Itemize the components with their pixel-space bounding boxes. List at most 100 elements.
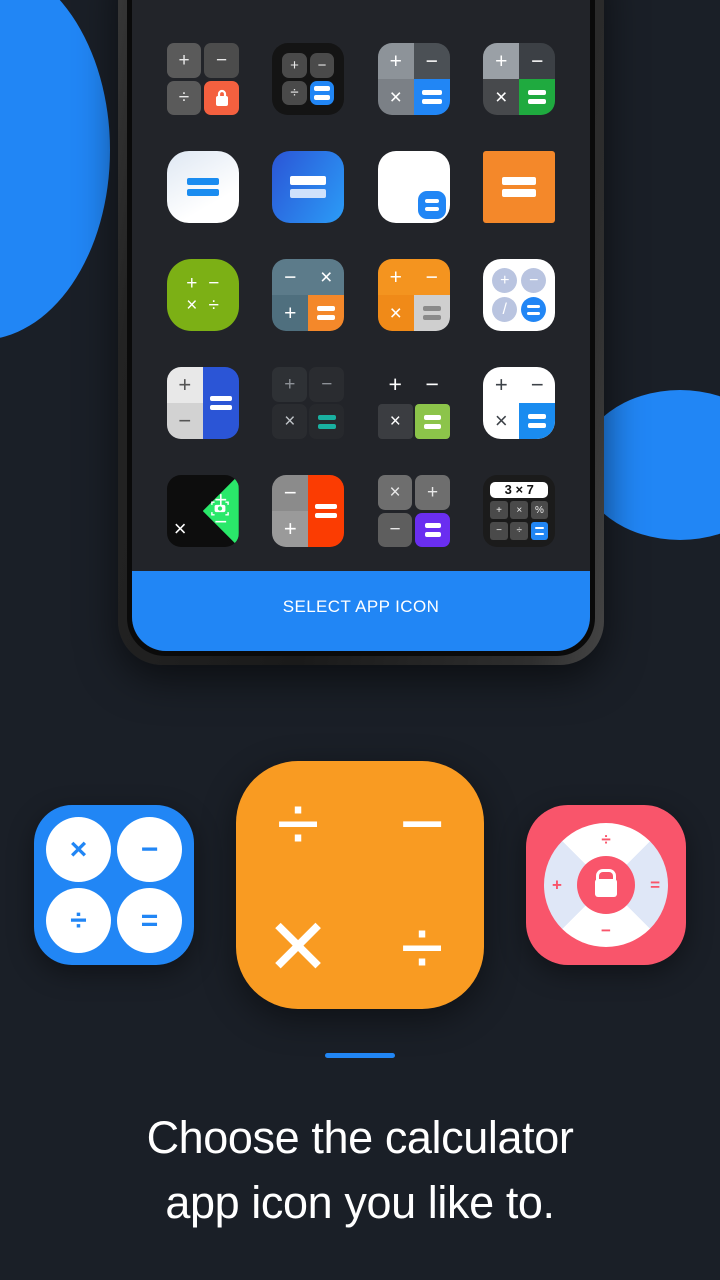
grid-icon-20[interactable]: 3 × 7 + × % − ÷: [483, 475, 556, 547]
select-app-icon-button[interactable]: SELECT APP ICON: [132, 571, 590, 651]
icon-20-key-divide: ÷: [510, 521, 529, 540]
icon-15-equals: [414, 404, 450, 439]
dial-equals: =: [650, 875, 660, 895]
icon-11-times: ×: [377, 295, 414, 331]
icon-19-times: ×: [377, 475, 413, 510]
phone-mockup-frame: + − ÷ + − ÷ + − × + − × + − × + − × ÷ − …: [118, 0, 604, 665]
featured-blue-equals: =: [117, 888, 182, 953]
operator-dial: ÷ + = −: [544, 823, 668, 947]
icon-12-equals: [521, 297, 547, 322]
grid-icon-16[interactable]: + − ×: [483, 367, 556, 439]
section-divider: [325, 1053, 395, 1058]
icon-7-plus: +: [389, 157, 402, 181]
icon-14-equals: [309, 404, 345, 439]
icon-3-times: ×: [377, 79, 414, 115]
icon-16-equals: [519, 403, 556, 439]
grid-icon-3[interactable]: + − ×: [377, 43, 450, 115]
icon-16-minus: −: [530, 372, 544, 397]
icon-9-times: ×: [186, 295, 198, 316]
grid-icon-7[interactable]: + − ×: [377, 151, 450, 223]
featured-red-icon[interactable]: ÷ + = −: [526, 805, 686, 965]
icon-12-minus: −: [521, 268, 547, 293]
phone-bezel: + − ÷ + − ÷ + − × + − × + − × + − × ÷ − …: [127, 0, 595, 656]
icon-2-equals: [309, 80, 335, 105]
icon-19-minus: −: [377, 512, 413, 547]
dial-divide: ÷: [601, 830, 611, 849]
icon-4-plus: +: [483, 43, 520, 79]
icon-7-equals: [414, 187, 450, 223]
icon-13-plus: +: [166, 367, 203, 403]
grid-icon-18[interactable]: − +: [272, 475, 345, 547]
grid-icon-1[interactable]: + − ÷: [166, 43, 239, 115]
icon-9-divide: ÷: [208, 295, 219, 316]
camera-icon: [210, 500, 230, 523]
featured-orange-icon[interactable]: ÷ − ✕ ÷: [236, 761, 484, 1009]
grid-icon-2[interactable]: + − ÷: [272, 43, 345, 115]
grid-icon-17[interactable]: + × −: [166, 475, 239, 547]
grid-icon-5[interactable]: [166, 151, 239, 223]
icon-20-display: 3 × 7: [490, 482, 549, 498]
icon-2-minus: −: [309, 53, 335, 78]
featured-orange-minus: −: [399, 779, 445, 867]
icon-7-minus: −: [425, 157, 438, 181]
icon-11-equals: [413, 295, 450, 331]
onboarding-caption: Choose the calculator app icon you like …: [0, 1105, 720, 1236]
icon-12-divide: /: [492, 297, 518, 322]
icon-10-times: ×: [308, 259, 345, 295]
icon-17-times: ×: [173, 516, 187, 541]
grid-icon-8[interactable]: [483, 151, 556, 223]
icon-1-minus: −: [204, 43, 239, 78]
icon-2-plus: +: [282, 53, 307, 78]
icon-20-key-plus: +: [490, 501, 508, 520]
icon-13-equals: [202, 367, 239, 439]
app-icon-grid: + − ÷ + − ÷ + − × + − × + − × + − × ÷ − …: [132, 0, 590, 571]
grid-icon-10[interactable]: − × +: [272, 259, 345, 331]
icon-7-times: ×: [389, 193, 402, 217]
featured-blue-icon[interactable]: × − ÷ =: [34, 805, 194, 965]
icon-1-plus: +: [166, 43, 202, 78]
lock-icon: [204, 80, 239, 115]
featured-blue-divide: ÷: [46, 888, 111, 953]
icon-6-equals: [290, 176, 327, 198]
icon-4-minus: −: [519, 43, 556, 79]
icon-16-plus: +: [494, 372, 508, 397]
caption-line-2: app icon you like to.: [165, 1177, 555, 1229]
blue-circle-left-decoration: [0, 0, 110, 340]
grid-icon-13[interactable]: + −: [166, 367, 239, 439]
icon-20-key-percent: %: [530, 501, 549, 520]
icon-9-plus: +: [186, 273, 198, 294]
dial-minus: −: [601, 921, 611, 940]
grid-icon-6[interactable]: [272, 151, 345, 223]
icon-20-key-minus: −: [490, 521, 508, 540]
icon-2-divide: ÷: [282, 80, 307, 105]
grid-icon-12[interactable]: + − /: [483, 259, 556, 331]
icon-1-divide: ÷: [166, 80, 202, 115]
icon-10-minus: −: [272, 259, 309, 295]
icon-12-plus: +: [492, 268, 518, 293]
icon-9-minus: −: [208, 273, 220, 294]
icon-8-equals: [502, 177, 537, 197]
icon-10-plus: +: [272, 295, 309, 331]
icon-20-key-times: ×: [510, 501, 529, 520]
grid-icon-14[interactable]: + − ×: [272, 367, 345, 439]
icon-14-times: ×: [272, 404, 308, 439]
icon-16-times: ×: [494, 408, 508, 433]
icon-3-plus: +: [377, 43, 414, 79]
phone-screen: + − ÷ + − ÷ + − × + − × + − × + − × ÷ − …: [132, 0, 590, 651]
grid-icon-11[interactable]: + − ×: [377, 259, 450, 331]
icon-4-times: ×: [483, 79, 520, 115]
icon-11-minus: −: [413, 259, 450, 295]
icon-4-equals: [519, 79, 556, 115]
icon-3-equals: [413, 79, 450, 115]
grid-icon-4[interactable]: + − ×: [483, 43, 556, 115]
grid-icon-9[interactable]: + − × ÷: [166, 259, 239, 331]
icon-18-plus: +: [272, 511, 309, 547]
icon-15-minus: −: [425, 371, 439, 397]
grid-icon-15[interactable]: + − ×: [377, 367, 450, 439]
featured-blue-times: ×: [46, 817, 111, 882]
featured-icons-row: × − ÷ = ÷ − ✕ ÷ ÷ + = −: [0, 735, 720, 1035]
grid-icon-19[interactable]: × + −: [377, 475, 450, 547]
featured-orange-divide-2: ÷: [400, 903, 444, 991]
icon-18-minus: −: [272, 475, 309, 511]
icon-14-minus: −: [309, 367, 345, 402]
